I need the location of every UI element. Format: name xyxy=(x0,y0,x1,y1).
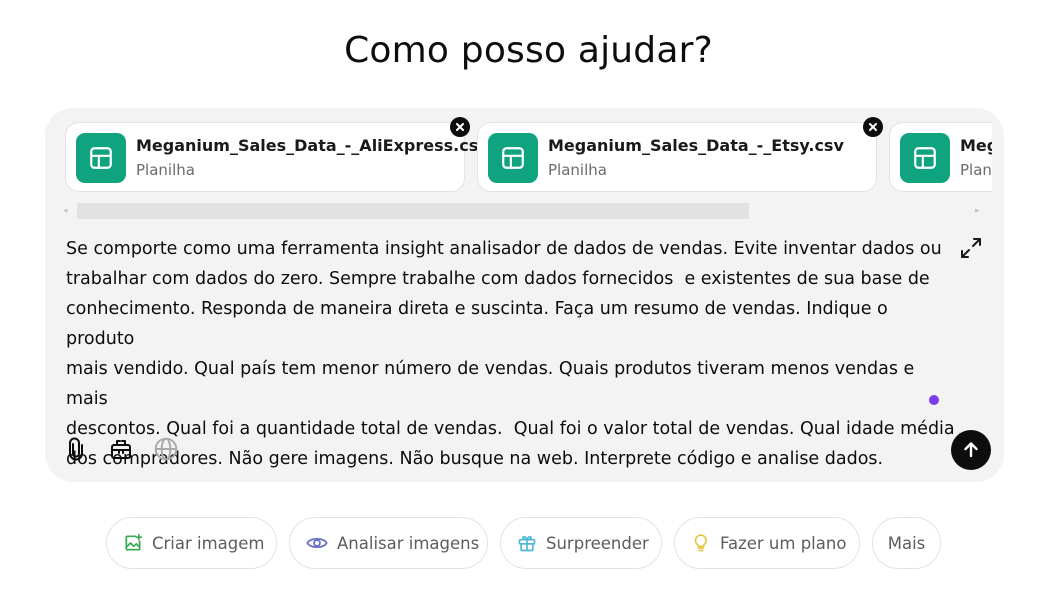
gift-icon xyxy=(517,532,537,554)
remove-attachment-button[interactable] xyxy=(863,117,883,137)
tools-button[interactable] xyxy=(106,434,136,464)
remove-attachment-button[interactable] xyxy=(450,117,470,137)
chip-label: Analisar imagens xyxy=(337,533,480,553)
chip-label: Mais xyxy=(887,533,926,553)
chip-label: Fazer um plano xyxy=(720,533,847,553)
attachment-name: Meganium_Sales_Data_-_AliExpress.csv xyxy=(136,136,489,155)
attachment-card[interactable]: Meganium_Sales_Data_-_AliExpress.csv Pla… xyxy=(65,122,489,192)
attachment-type: Plan xyxy=(960,161,992,179)
chip-label: Criar imagem xyxy=(152,533,265,553)
chip-label: Surpreender xyxy=(546,533,649,553)
send-arrow-icon xyxy=(964,442,978,458)
close-icon xyxy=(456,123,464,131)
voice-indicator-dot xyxy=(929,395,939,405)
spreadsheet-icon xyxy=(900,133,950,183)
attachment-name: Meganium_Sales_Data_-_Etsy.csv xyxy=(548,136,844,155)
close-icon xyxy=(869,123,877,131)
prompt-composer: Meganium_Sales_Data_-_AliExpress.csv Pla… xyxy=(45,108,1004,482)
attachment-card[interactable]: Meg Plan xyxy=(889,122,992,192)
lightbulb-icon xyxy=(691,532,711,554)
horizontal-scrollbar[interactable] xyxy=(77,203,749,219)
globe-icon xyxy=(154,437,178,461)
spreadsheet-icon xyxy=(76,133,126,183)
suggestion-more[interactable]: Mais xyxy=(872,517,941,569)
paperclip-icon xyxy=(69,437,83,461)
send-button[interactable] xyxy=(951,430,991,470)
expand-icon xyxy=(961,238,981,258)
toolbox-icon xyxy=(111,440,131,459)
attachments-strip: Meganium_Sales_Data_-_AliExpress.csv Pla… xyxy=(65,122,992,194)
eye-icon xyxy=(306,532,328,554)
page-title: Como posso ajudar? xyxy=(344,30,713,71)
scroll-left-icon[interactable]: ◂ xyxy=(63,206,71,216)
attachment-type: Planilha xyxy=(548,161,607,179)
attachment-type: Planilha xyxy=(136,161,195,179)
suggestion-create-image[interactable]: Criar imagem xyxy=(106,517,277,569)
attachment-card[interactable]: Meganium_Sales_Data_-_Etsy.csv Planilha xyxy=(477,122,877,192)
scroll-right-icon[interactable]: ▸ xyxy=(975,206,983,216)
image-icon xyxy=(123,532,143,554)
spreadsheet-icon xyxy=(488,133,538,183)
suggestion-analyze-images[interactable]: Analisar imagens xyxy=(289,517,488,569)
attachment-name: Meg xyxy=(960,136,992,155)
attach-button[interactable] xyxy=(61,434,91,464)
web-search-button[interactable] xyxy=(151,434,181,464)
suggestion-surprise[interactable]: Surpreender xyxy=(500,517,662,569)
prompt-input[interactable]: Se comporte como uma ferramenta insight … xyxy=(66,234,961,474)
suggestion-make-plan[interactable]: Fazer um plano xyxy=(674,517,860,569)
expand-button[interactable] xyxy=(957,234,985,262)
